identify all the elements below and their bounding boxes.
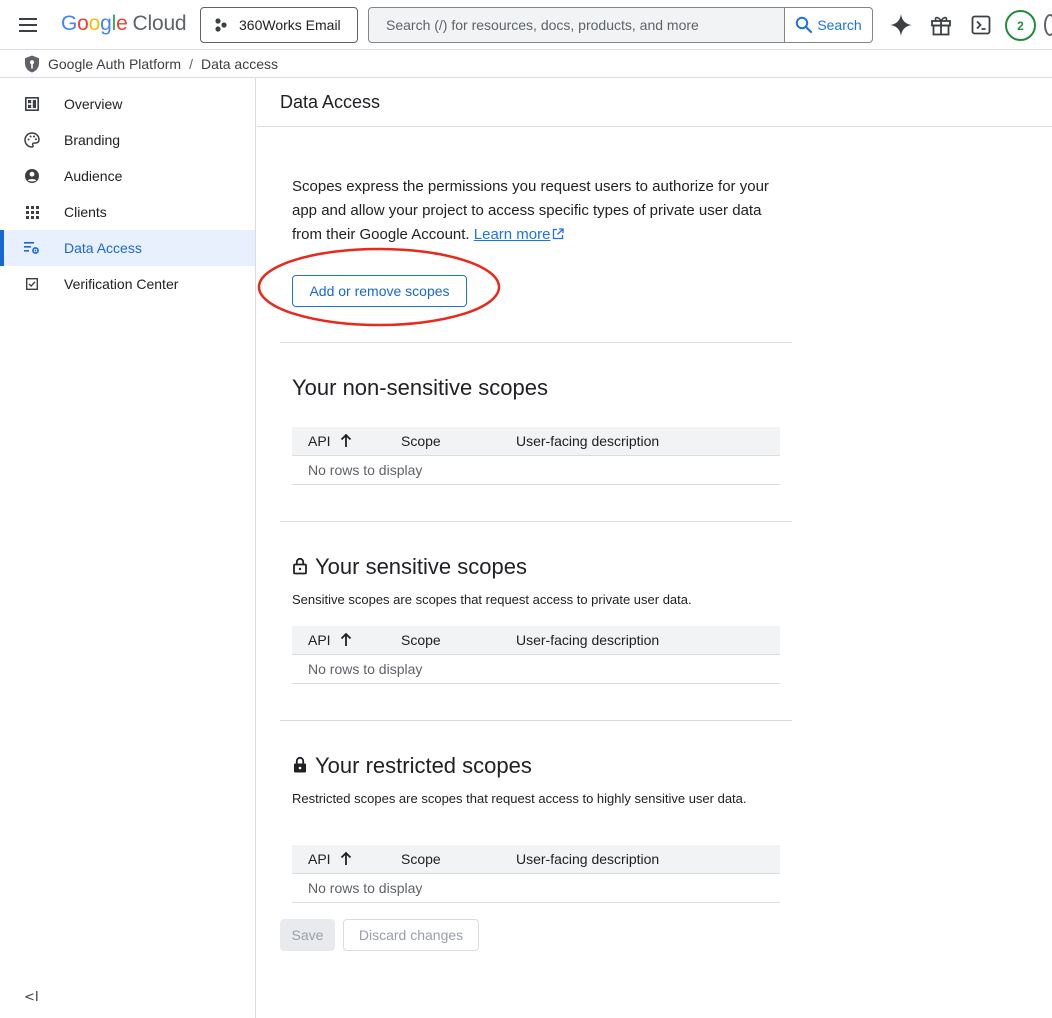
empty-table-message: No rows to display <box>292 655 780 684</box>
page-title: Data Access <box>257 78 1052 127</box>
learn-more-link[interactable]: Learn more <box>474 226 551 243</box>
restricted-scopes-description: Restricted scopes are scopes that reques… <box>292 791 747 806</box>
table-header-row: API Scope User-facing description <box>292 427 780 456</box>
search-button[interactable]: Search <box>784 8 872 42</box>
column-header-description[interactable]: User-facing description <box>516 433 780 449</box>
column-header-scope[interactable]: Scope <box>401 433 516 449</box>
column-header-scope[interactable]: Scope <box>401 632 516 648</box>
logo-cloud-text: Cloud <box>132 12 187 35</box>
column-header-api[interactable]: API <box>292 433 401 449</box>
sidebar-item-label: Branding <box>64 132 121 148</box>
non-sensitive-scopes-heading: Your non-sensitive scopes <box>292 375 548 401</box>
hamburger-menu-icon[interactable] <box>13 10 43 40</box>
sidebar: Overview Branding Audience Clients Data … <box>0 78 256 1018</box>
sparkle-icon[interactable] <box>887 11 915 39</box>
restricted-scopes-table: API Scope User-facing description No row… <box>292 845 780 903</box>
avatar-text: 2 <box>1017 18 1024 33</box>
project-dots-icon <box>213 17 229 33</box>
logo-google-text: Google <box>61 12 128 35</box>
account-avatar[interactable]: 2 <box>1005 10 1036 41</box>
lock-filled-icon <box>292 756 310 776</box>
collapse-sidebar-icon[interactable]: <I <box>24 990 40 1010</box>
search-input[interactable] <box>369 8 784 42</box>
non-sensitive-scopes-table: API Scope User-facing description No row… <box>292 427 780 485</box>
external-link-icon <box>552 228 565 240</box>
section-title-text: Your non-sensitive scopes <box>292 375 549 400</box>
breadcrumb-current: Data access <box>200 55 279 72</box>
empty-table-message: No rows to display <box>292 456 780 485</box>
person-circle-icon <box>24 168 40 184</box>
grid-icon <box>24 204 40 220</box>
project-name: 360Works Email <box>239 17 341 33</box>
discard-changes-button[interactable]: Discard changes <box>343 919 479 951</box>
search-bar: Search <box>368 7 873 43</box>
sidebar-item-data-access[interactable]: Data Access <box>0 230 255 266</box>
empty-table-message: No rows to display <box>292 874 780 903</box>
intro-paragraph: Scopes express the permissions you reque… <box>292 175 782 247</box>
lock-outline-icon <box>292 557 310 577</box>
top-app-bar: GoogleCloud 360Works Email Search 2 <box>0 0 1052 50</box>
sort-ascending-icon <box>340 852 352 866</box>
section-title-text: Your sensitive scopes <box>315 554 527 579</box>
gift-icon[interactable] <box>927 11 955 39</box>
column-header-scope[interactable]: Scope <box>401 851 516 867</box>
breadcrumb: Google Auth Platform / Data access <box>0 50 1052 78</box>
sensitive-scopes-table: API Scope User-facing description No row… <box>292 626 780 684</box>
column-header-api[interactable]: API <box>292 851 401 867</box>
sidebar-item-overview[interactable]: Overview <box>0 86 255 122</box>
data-access-icon <box>24 240 40 256</box>
column-header-label: API <box>308 433 331 449</box>
section-title-text: Your restricted scopes <box>315 753 532 778</box>
dashboard-icon <box>24 96 40 112</box>
sort-ascending-icon <box>340 633 352 647</box>
add-remove-scopes-button[interactable]: Add or remove scopes <box>292 275 467 307</box>
column-header-label: API <box>308 851 331 867</box>
project-picker-button[interactable]: 360Works Email <box>200 7 358 43</box>
sidebar-item-branding[interactable]: Branding <box>0 122 255 158</box>
palette-icon <box>24 132 40 148</box>
sensitive-scopes-description: Sensitive scopes are scopes that request… <box>292 592 692 607</box>
sidebar-item-label: Data Access <box>64 240 142 256</box>
column-header-description[interactable]: User-facing description <box>516 851 780 867</box>
sidebar-item-audience[interactable]: Audience <box>0 158 255 194</box>
learn-more-text: Learn more <box>473 226 551 243</box>
google-cloud-logo[interactable]: Google Cloud <box>61 12 187 36</box>
table-header-row: API Scope User-facing description <box>292 626 780 655</box>
sort-ascending-icon <box>340 434 352 448</box>
checkbox-icon <box>24 276 40 292</box>
save-button[interactable]: Save <box>280 919 335 951</box>
cloud-shell-icon[interactable] <box>967 11 995 39</box>
magnifier-icon <box>795 16 813 34</box>
overflow-icon[interactable] <box>1044 14 1052 36</box>
column-header-api[interactable]: API <box>292 632 401 648</box>
sidebar-item-verification-center[interactable]: Verification Center <box>0 266 255 302</box>
sidebar-item-label: Verification Center <box>64 276 179 292</box>
breadcrumb-separator: / <box>189 55 193 72</box>
breadcrumb-product[interactable]: Google Auth Platform <box>48 56 181 72</box>
section-divider <box>280 342 792 343</box>
column-header-description[interactable]: User-facing description <box>516 632 780 648</box>
sidebar-item-label: Overview <box>64 96 123 112</box>
table-header-row: API Scope User-facing description <box>292 845 780 874</box>
column-header-label: API <box>308 632 331 648</box>
shield-key-icon <box>23 55 41 73</box>
section-divider <box>280 521 792 522</box>
sidebar-item-label: Clients <box>64 204 107 220</box>
sidebar-item-label: Audience <box>64 168 123 184</box>
sensitive-scopes-heading: Your sensitive scopes <box>292 554 527 580</box>
section-divider <box>280 720 792 721</box>
search-button-label: Search <box>817 17 862 33</box>
main-content: Data Access Scopes express the permissio… <box>257 78 1052 1018</box>
restricted-scopes-heading: Your restricted scopes <box>292 753 532 779</box>
sidebar-item-clients[interactable]: Clients <box>0 194 255 230</box>
